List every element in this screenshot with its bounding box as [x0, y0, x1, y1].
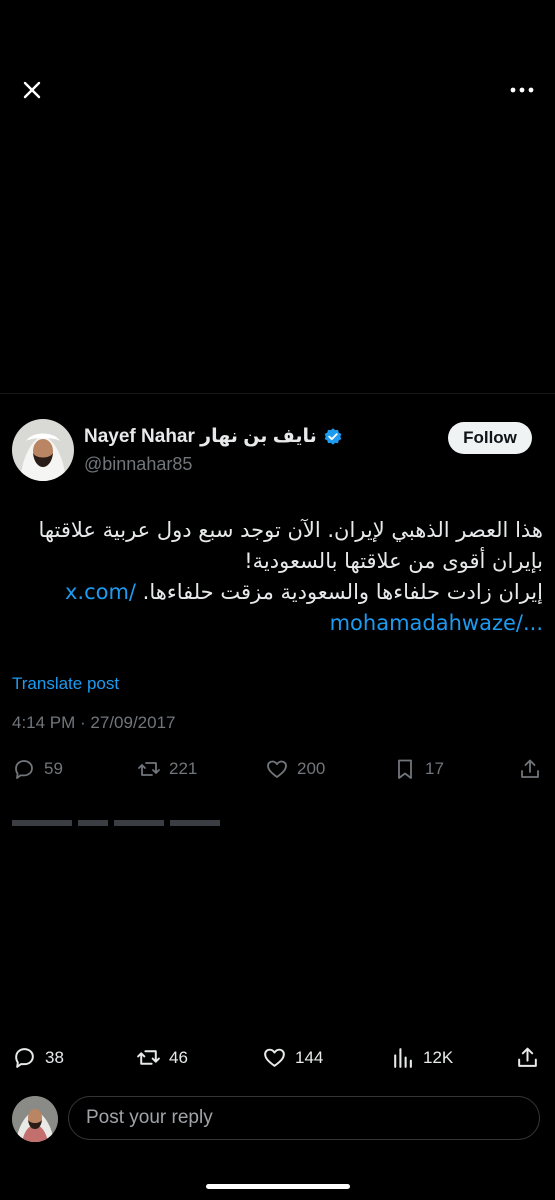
views-count: 12K	[423, 1047, 454, 1067]
avatar-image	[12, 419, 74, 481]
close-icon	[23, 81, 41, 99]
reply-icon	[15, 1048, 34, 1068]
follow-button[interactable]: Follow	[448, 422, 532, 454]
tweet-line: هذا العصر الذهبي لإيران. الآن توجد سبع د…	[38, 518, 543, 542]
partially-hidden-label	[12, 818, 222, 826]
home-indicator[interactable]	[206, 1184, 350, 1189]
heart-icon	[267, 760, 287, 778]
reply-box[interactable]	[68, 1096, 540, 1140]
author-display-name[interactable]: Nayef Nahar نايف بن نهار	[84, 425, 343, 448]
author-avatar[interactable]	[12, 419, 74, 481]
more-options-button[interactable]	[508, 76, 536, 104]
translate-post-link[interactable]: Translate post	[12, 674, 119, 694]
tweet-timestamp[interactable]: 4:14 PM · 27/09/2017	[12, 713, 176, 733]
reply-user-avatar[interactable]	[12, 1096, 58, 1142]
like-stat[interactable]: 200	[265, 757, 325, 781]
tweet-line: mohamadahwaze/...	[12, 608, 543, 639]
reply-icon	[15, 760, 33, 779]
bottom-repost-stat[interactable]: 46	[136, 1045, 188, 1070]
tweet-text: هذا العصر الذهبي لإيران. الآن توجد سبع د…	[12, 515, 543, 639]
bookmark-stat[interactable]: 17	[393, 757, 444, 781]
share-icon	[518, 1047, 537, 1067]
author-handle[interactable]: @binnahar85	[84, 454, 192, 475]
repost-icon	[137, 1050, 160, 1065]
like-count: 200	[297, 759, 326, 778]
tweet-line: بإيران أقوى من علاقتها بالسعودية!	[244, 549, 543, 573]
bottom-reply-stat[interactable]: 38	[12, 1045, 64, 1070]
share-button[interactable]	[518, 757, 542, 781]
views-stat[interactable]: 12K	[390, 1045, 453, 1070]
avatar-image	[12, 1096, 58, 1142]
divider	[0, 393, 555, 394]
bottom-like-stat[interactable]: 144	[262, 1045, 323, 1070]
reply-count: 59	[44, 759, 63, 778]
views-bar-chart-icon	[394, 1048, 412, 1068]
bottom-repost-count: 46	[169, 1047, 188, 1067]
more-horizontal-icon	[510, 87, 534, 93]
bottom-like-count: 144	[295, 1047, 324, 1067]
tweet-line-text: إيران زادت حلفاءها والسعودية مزقت حلفاءه…	[136, 580, 543, 604]
verified-badge-icon	[324, 427, 342, 445]
close-button[interactable]	[18, 76, 46, 104]
reply-stat[interactable]: 59	[12, 757, 63, 781]
bottom-reply-count: 38	[45, 1047, 64, 1067]
tweet-link[interactable]: x.com/	[65, 580, 136, 604]
bookmark-count: 17	[425, 759, 444, 778]
bookmark-icon	[398, 759, 412, 779]
heart-icon	[264, 1048, 285, 1067]
tweet-line: إيران زادت حلفاءها والسعودية مزقت حلفاءه…	[12, 577, 543, 608]
reply-input[interactable]	[84, 1106, 528, 1130]
tweet-link[interactable]: mohamadahwaze/...	[330, 611, 543, 635]
repost-icon	[138, 762, 160, 776]
author-name-text: Nayef Nahar نايف بن نهار	[84, 426, 317, 447]
bottom-share-button[interactable]	[515, 1045, 540, 1070]
repost-count: 221	[169, 759, 198, 778]
share-icon	[521, 759, 539, 778]
repost-stat[interactable]: 221	[137, 757, 197, 781]
